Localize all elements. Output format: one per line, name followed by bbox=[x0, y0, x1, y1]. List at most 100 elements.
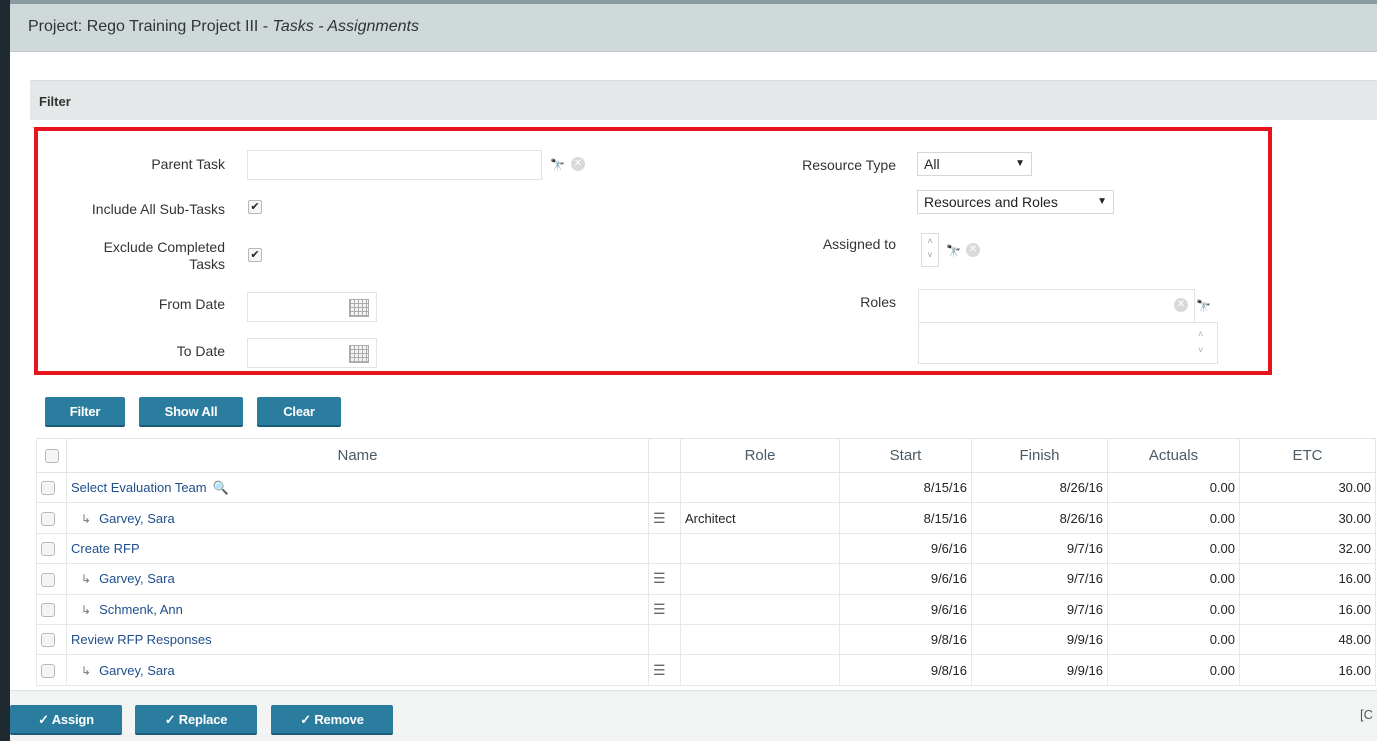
show-all-button[interactable]: Show All bbox=[139, 397, 243, 427]
remove-button[interactable]: ✓ Remove bbox=[271, 705, 393, 735]
table-row: ↳ Garvey, Sara ☰ 9/8/16 9/9/16 0.00 16.00 bbox=[36, 654, 1376, 686]
task-name-link[interactable]: Review RFP Responses bbox=[71, 632, 212, 647]
row-select-cell[interactable] bbox=[36, 593, 67, 625]
roles-clear-icon[interactable]: ✕ bbox=[1174, 298, 1188, 312]
resource-name-link[interactable]: Schmenk, Ann bbox=[99, 602, 183, 617]
row-checkbox[interactable] bbox=[41, 572, 55, 587]
parent-task-clear-icon[interactable]: ✕ bbox=[571, 157, 585, 171]
resource-type-select[interactable]: All ▼ bbox=[917, 152, 1032, 176]
task-name-link[interactable]: Create RFP bbox=[71, 541, 140, 556]
replace-button[interactable]: ✓ Replace bbox=[135, 705, 257, 735]
row-checkbox[interactable] bbox=[41, 481, 55, 496]
row-checkbox[interactable] bbox=[41, 663, 55, 678]
resource-name-cell[interactable]: ↳ Schmenk, Ann bbox=[66, 593, 649, 625]
footer-corner-text: [C bbox=[1360, 707, 1373, 722]
row-select-cell[interactable] bbox=[36, 654, 67, 686]
task-name-cell[interactable]: Review RFP Responses bbox=[66, 623, 649, 656]
exclude-completed-checkbox[interactable]: ✔ bbox=[248, 248, 262, 262]
filter-section-header[interactable]: Filter bbox=[30, 80, 1377, 120]
row-icon-cell[interactable]: ☰ bbox=[648, 563, 681, 595]
role-cell bbox=[680, 563, 840, 595]
resource-name-link[interactable]: Garvey, Sara bbox=[99, 511, 175, 526]
include-subtasks-label: Include All Sub-Tasks bbox=[91, 201, 225, 217]
start-cell: 9/6/16 bbox=[839, 593, 972, 625]
finish-cell: 9/7/16 bbox=[971, 593, 1108, 625]
subitem-arrow-icon: ↳ bbox=[81, 572, 92, 587]
column-header-role[interactable]: Role bbox=[680, 438, 840, 473]
table-row: Select Evaluation Team 🔍 8/15/16 8/26/16 … bbox=[36, 471, 1376, 504]
dropdown-arrow-icon: ▼ bbox=[1097, 196, 1107, 207]
etc-cell: 16.00 bbox=[1239, 654, 1376, 686]
start-cell: 9/8/16 bbox=[839, 623, 972, 656]
row-checkbox[interactable] bbox=[41, 542, 55, 557]
roles-list[interactable] bbox=[918, 322, 1218, 364]
actuals-cell: 0.00 bbox=[1107, 471, 1240, 504]
role-cell bbox=[680, 593, 840, 625]
role-cell: Architect bbox=[680, 502, 840, 534]
column-header-finish[interactable]: Finish bbox=[971, 438, 1108, 473]
start-cell: 9/6/16 bbox=[839, 532, 972, 565]
assigned-to-lookup-icon[interactable]: 🔭 bbox=[946, 244, 961, 258]
row-select-cell[interactable] bbox=[36, 471, 67, 504]
actuals-cell: 0.00 bbox=[1107, 502, 1240, 534]
row-icon-cell[interactable]: ☰ bbox=[648, 502, 681, 534]
list-details-icon[interactable]: ☰ bbox=[653, 601, 666, 617]
list-details-icon[interactable]: ☰ bbox=[653, 570, 666, 586]
row-checkbox[interactable] bbox=[41, 603, 55, 618]
row-icon-cell[interactable]: ☰ bbox=[648, 654, 681, 686]
role-cell bbox=[680, 623, 840, 656]
resource-type-label: Resource Type bbox=[802, 157, 896, 173]
to-date-calendar-icon[interactable] bbox=[349, 345, 369, 363]
roles-input[interactable] bbox=[918, 289, 1195, 323]
row-icon-cell[interactable]: ☰ bbox=[648, 593, 681, 625]
row-select-cell[interactable] bbox=[36, 623, 67, 656]
assign-button[interactable]: ✓ Assign bbox=[10, 705, 122, 735]
resource-name-cell[interactable]: ↳ Garvey, Sara bbox=[66, 563, 649, 595]
task-name-cell[interactable]: Create RFP bbox=[66, 532, 649, 565]
task-name-link[interactable]: Select Evaluation Team bbox=[71, 480, 207, 495]
etc-cell: 30.00 bbox=[1239, 502, 1376, 534]
row-select-cell[interactable] bbox=[36, 563, 67, 595]
select-all-checkbox[interactable] bbox=[44, 449, 59, 464]
finish-cell: 9/7/16 bbox=[971, 532, 1108, 565]
role-cell bbox=[680, 654, 840, 686]
list-details-icon[interactable]: ☰ bbox=[653, 662, 666, 678]
list-details-icon[interactable]: ☰ bbox=[653, 510, 666, 526]
column-header-start[interactable]: Start bbox=[839, 438, 972, 473]
actuals-cell: 0.00 bbox=[1107, 532, 1240, 565]
etc-cell: 16.00 bbox=[1239, 563, 1376, 595]
assigned-to-clear-icon[interactable]: ✕ bbox=[966, 243, 980, 257]
table-row: ↳ Garvey, Sara ☰ 9/6/16 9/7/16 0.00 16.00 bbox=[36, 563, 1376, 595]
column-header-actuals[interactable]: Actuals bbox=[1107, 438, 1240, 473]
column-header-icon bbox=[648, 438, 681, 473]
column-header-name[interactable]: Name bbox=[66, 438, 649, 473]
row-select-cell[interactable] bbox=[36, 502, 67, 534]
assigned-to-spinner[interactable]: ˄ ˅ bbox=[921, 233, 939, 267]
filter-button[interactable]: Filter bbox=[45, 397, 125, 427]
actuals-cell: 0.00 bbox=[1107, 563, 1240, 595]
resource-name-link[interactable]: Garvey, Sara bbox=[99, 571, 175, 586]
parent-task-lookup-icon[interactable]: 🔭 bbox=[550, 158, 565, 172]
row-checkbox[interactable] bbox=[41, 633, 55, 648]
roles-list-scroll-icon[interactable]: ˄ ˅ bbox=[1198, 326, 1203, 358]
clear-button[interactable]: Clear bbox=[257, 397, 341, 427]
select-all-cell[interactable] bbox=[36, 438, 67, 473]
roles-lookup-icon[interactable]: 🔭 bbox=[1196, 299, 1211, 313]
include-subtasks-checkbox[interactable]: ✔ bbox=[248, 200, 262, 214]
resource-name-cell[interactable]: ↳ Garvey, Sara bbox=[66, 502, 649, 534]
from-date-calendar-icon[interactable] bbox=[349, 299, 369, 317]
resource-name-cell[interactable]: ↳ Garvey, Sara bbox=[66, 654, 649, 686]
table-row: Create RFP 9/6/16 9/7/16 0.00 32.00 bbox=[36, 532, 1376, 565]
resource-name-link[interactable]: Garvey, Sara bbox=[99, 663, 175, 678]
start-cell: 8/15/16 bbox=[839, 502, 972, 534]
row-select-cell[interactable] bbox=[36, 532, 67, 565]
parent-task-input[interactable] bbox=[247, 150, 542, 180]
row-checkbox[interactable] bbox=[41, 511, 55, 526]
resource-mode-select[interactable]: Resources and Roles ▼ bbox=[917, 190, 1114, 214]
etc-cell: 48.00 bbox=[1239, 623, 1376, 656]
task-name-cell[interactable]: Select Evaluation Team 🔍 bbox=[66, 471, 649, 504]
column-header-etc[interactable]: ETC bbox=[1239, 438, 1376, 473]
assigned-to-label: Assigned to bbox=[822, 236, 896, 252]
search-key-icon[interactable]: 🔍 bbox=[213, 480, 229, 495]
table-row: ↳ Schmenk, Ann ☰ 9/6/16 9/7/16 0.00 16.00 bbox=[36, 593, 1376, 625]
